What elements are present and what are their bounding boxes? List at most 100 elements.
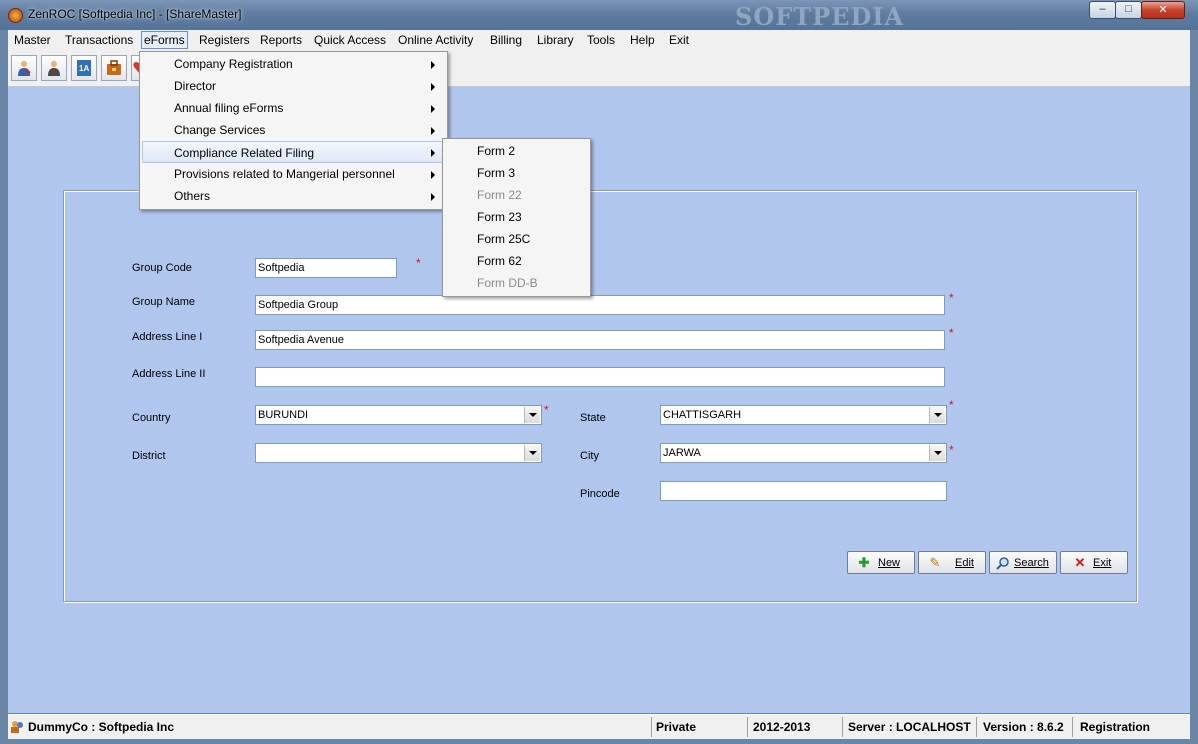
close-icon: ✕ xyxy=(1158,4,1168,16)
menu-billing[interactable]: Billing xyxy=(488,32,524,48)
menu-item-label: Form 25C xyxy=(477,232,531,246)
group-code-input[interactable]: Softpedia xyxy=(255,258,397,278)
minimize-icon: – xyxy=(1099,3,1106,15)
search-button-label: Search xyxy=(1014,557,1049,569)
menu-item-label: Others xyxy=(174,189,211,203)
menu-eforms[interactable]: eForms xyxy=(141,31,188,49)
menu-online-activity[interactable]: Online Activity xyxy=(396,32,475,48)
company-icon xyxy=(11,721,23,733)
menu-transactions[interactable]: Transactions xyxy=(63,32,135,48)
watermark: SOFTPEDIA xyxy=(735,2,905,31)
menu-item-managerial-personnel[interactable]: Provisions related to Mangerial personne… xyxy=(142,163,445,185)
app-icon[interactable] xyxy=(8,8,23,23)
toolbar-briefcase-button[interactable] xyxy=(101,55,127,81)
group-code-label: Group Code xyxy=(132,262,192,274)
chevron-down-icon[interactable] xyxy=(929,445,945,461)
status-module: Registration xyxy=(1072,717,1150,737)
chevron-down-icon[interactable] xyxy=(524,445,540,461)
close-button[interactable]: ✕ xyxy=(1141,1,1185,19)
compliance-submenu: Form 2 Form 3 Form 22 Form 23 Form 25C F… xyxy=(442,138,591,297)
address-line-1-input[interactable]: Softpedia Avenue xyxy=(255,330,945,350)
search-icon xyxy=(996,557,1009,570)
menu-item-form-62[interactable]: Form 62 xyxy=(445,250,588,272)
chevron-down-icon[interactable] xyxy=(929,407,945,423)
search-button[interactable]: Search xyxy=(989,551,1057,574)
menu-item-compliance-filing[interactable]: Compliance Related Filing xyxy=(142,141,445,163)
state-select[interactable]: CHATTISGARH xyxy=(660,405,947,425)
district-select[interactable] xyxy=(255,443,542,463)
status-server: Server : LOCALHOST xyxy=(842,717,971,737)
menu-item-label: Director xyxy=(174,79,217,93)
required-marker: * xyxy=(949,291,954,305)
menu-item-label: Change Services xyxy=(174,123,266,137)
menu-item-label: Form 3 xyxy=(477,166,516,180)
menu-item-company-registration[interactable]: Company Registration xyxy=(142,53,445,75)
status-company: DummyCo : Softpedia Inc xyxy=(28,720,175,734)
menu-item-form-2[interactable]: Form 2 xyxy=(445,140,588,162)
menu-item-label: Form 2 xyxy=(477,144,516,158)
menu-item-form-22: Form 22 xyxy=(445,184,588,206)
menu-item-form-25c[interactable]: Form 25C xyxy=(445,228,588,250)
form-badge: 1A xyxy=(79,64,90,73)
manager-icon xyxy=(48,61,60,76)
address-line-2-input[interactable] xyxy=(255,367,945,387)
menu-exit[interactable]: Exit xyxy=(667,32,691,48)
submenu-arrow-icon xyxy=(431,127,435,135)
eforms-menu: Company Registration Director Annual fil… xyxy=(139,51,448,210)
submenu-arrow-icon xyxy=(431,149,435,157)
pincode-label: Pincode xyxy=(580,488,620,500)
menu-help[interactable]: Help xyxy=(628,32,657,48)
edit-button[interactable]: ✎ Edit xyxy=(918,551,986,574)
menu-item-change-services[interactable]: Change Services xyxy=(142,119,445,141)
menu-quick-access[interactable]: Quick Access xyxy=(312,32,388,48)
toolbar-form-1a-button[interactable]: 1A xyxy=(71,55,97,81)
district-label: District xyxy=(132,450,166,462)
menu-item-label: Form DD-B xyxy=(477,276,538,290)
menu-item-label: Form 62 xyxy=(477,254,522,268)
country-select[interactable]: BURUNDI xyxy=(255,405,542,425)
toolbar-user-edit-button[interactable] xyxy=(11,55,37,81)
add-icon: ✚ xyxy=(858,555,870,570)
menu-item-label: Compliance Related Filing xyxy=(174,146,315,160)
menu-reports[interactable]: Reports xyxy=(258,32,304,48)
user-edit-icon xyxy=(18,61,31,76)
exit-button[interactable]: ✕ Exit xyxy=(1060,551,1128,574)
menu-bar: Master Transactions eForms Registers Rep… xyxy=(8,30,1190,50)
pencil-icon: ✎ xyxy=(929,555,941,570)
new-button-label: New xyxy=(878,557,901,569)
menu-item-form-3[interactable]: Form 3 xyxy=(445,162,588,184)
maximize-button[interactable]: □ xyxy=(1115,1,1142,19)
country-label: Country xyxy=(132,412,171,424)
menu-master[interactable]: Master xyxy=(12,32,53,48)
city-select[interactable]: JARWA xyxy=(660,443,947,463)
menu-item-director[interactable]: Director xyxy=(142,75,445,97)
menu-item-annual-filing[interactable]: Annual filing eForms xyxy=(142,97,445,119)
submenu-arrow-icon xyxy=(431,105,435,113)
menu-tools[interactable]: Tools xyxy=(585,32,617,48)
address-line-1-label: Address Line I xyxy=(132,331,203,343)
new-button[interactable]: ✚ New xyxy=(847,551,915,574)
menu-item-label: Form 23 xyxy=(477,210,522,224)
toolbar-manager-button[interactable] xyxy=(41,55,67,81)
address-line-2-label: Address Line II xyxy=(132,368,206,380)
required-marker: * xyxy=(949,443,954,457)
menu-library[interactable]: Library xyxy=(535,32,576,48)
close-icon: ✕ xyxy=(1074,555,1086,570)
required-marker: * xyxy=(544,403,549,417)
chevron-down-icon[interactable] xyxy=(524,407,540,423)
status-year: 2012-2013 xyxy=(747,717,810,737)
required-marker: * xyxy=(416,256,421,270)
menu-registers[interactable]: Registers xyxy=(197,32,252,48)
minimize-button[interactable]: – xyxy=(1089,1,1116,19)
share-master-groupbox xyxy=(63,190,1137,602)
group-name-input[interactable]: Softpedia Group xyxy=(255,295,945,315)
menu-item-others[interactable]: Others xyxy=(142,185,445,207)
status-version: Version : 8.6.2 xyxy=(976,717,1064,737)
status-mode: Private xyxy=(651,717,696,737)
pincode-input[interactable] xyxy=(660,481,947,501)
required-marker: * xyxy=(949,326,954,340)
submenu-arrow-icon xyxy=(431,61,435,69)
menu-item-label: Company Registration xyxy=(174,57,293,71)
menu-item-form-23[interactable]: Form 23 xyxy=(445,206,588,228)
menu-item-label: Form 22 xyxy=(477,188,522,202)
